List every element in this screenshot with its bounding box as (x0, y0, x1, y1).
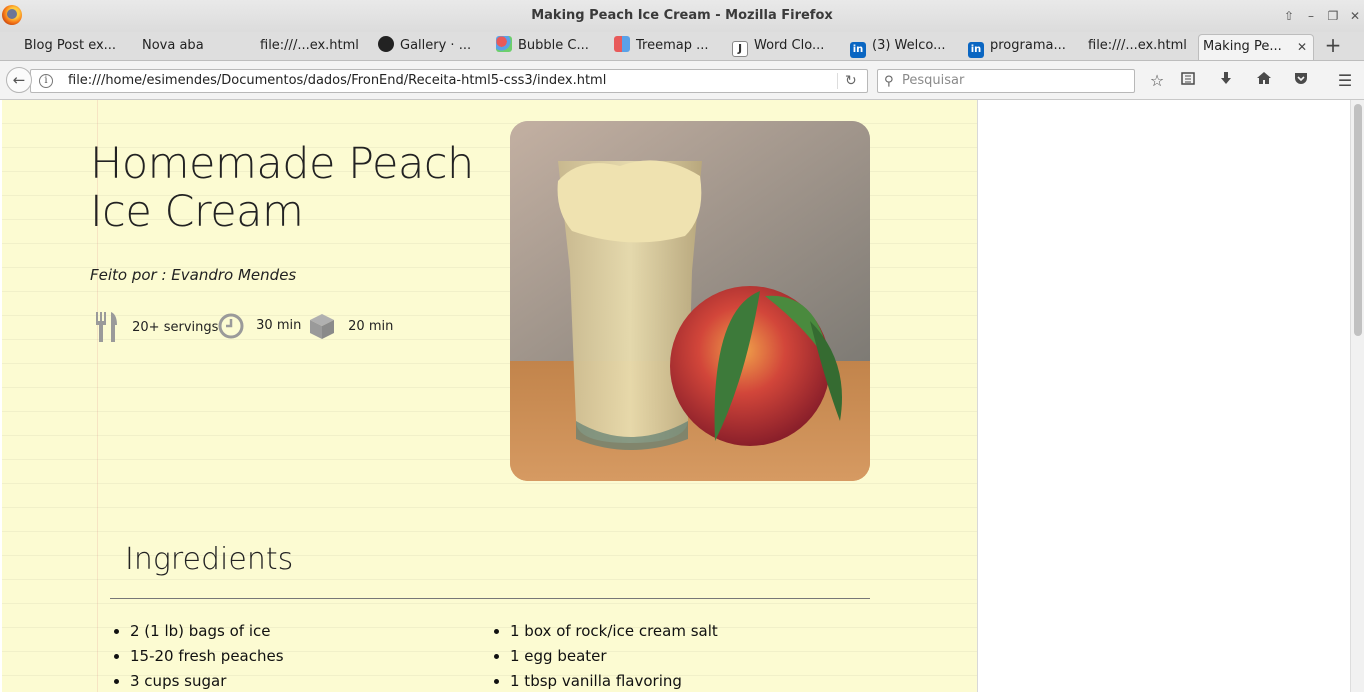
reload-icon[interactable]: ↻ (845, 70, 857, 92)
tab-new[interactable]: Nova aba (138, 34, 250, 60)
scrollbar-thumb[interactable] (1354, 104, 1362, 336)
github-icon (378, 36, 394, 52)
box-icon (310, 314, 334, 339)
download-svg (1221, 72, 1231, 84)
window-up-icon[interactable]: ⇧ (1280, 7, 1298, 25)
search-placeholder[interactable]: Pesquisar (902, 70, 964, 92)
tab-linkedin-welcome[interactable]: in (3) Welco... (846, 34, 958, 60)
treemap-icon (614, 36, 630, 52)
recipe-title: Homemade Peach Ice Cream (90, 139, 474, 237)
servings-text: 20+ servings (132, 319, 219, 335)
recipe-page: Homemade Peach Ice Cream Feito por : Eva… (2, 100, 978, 692)
tab-label: Gallery · ... (400, 38, 472, 53)
peach-ice-cream-image (510, 121, 870, 481)
list-item: 15-20 fresh peaches (130, 644, 284, 669)
ingredients-divider (110, 598, 870, 599)
fork-knife-icon (96, 312, 117, 342)
prep-time-meta: 30 min (218, 312, 301, 342)
recipe-author: Feito por : Evandro Mendes (90, 266, 297, 284)
bubble-chart-icon (496, 36, 512, 52)
tab-word-cloud[interactable]: J Word Clo... (728, 34, 840, 60)
tab-file-index-2[interactable]: file:///...ex.html (1084, 34, 1196, 60)
tab-label: Making Pe... (1203, 39, 1282, 54)
vertical-scrollbar[interactable] (1350, 100, 1364, 692)
tab-close-icon[interactable]: ✕ (1297, 35, 1307, 59)
tab-blog-post[interactable]: Blog Post ex... (20, 34, 132, 60)
list-item: 1 egg beater (510, 644, 718, 669)
search-bar[interactable]: ⚲ Pesquisar (877, 69, 1135, 93)
list-item: 1 box of rock/ice cream salt (510, 619, 718, 644)
navigation-toolbar: i file:///home/esimendes/Documentos/dado… (0, 61, 1364, 100)
bookmark-star-icon[interactable]: ☆ (1146, 70, 1168, 92)
url-bar[interactable]: i file:///home/esimendes/Documentos/dado… (30, 69, 868, 93)
reading-list-icon[interactable] (1177, 70, 1199, 92)
tab-label: Blog Post ex... (24, 38, 117, 53)
recipe-photo (510, 121, 870, 481)
tab-label: file:///...ex.html (1088, 38, 1187, 53)
tab-treemap[interactable]: Treemap ... (610, 34, 722, 60)
home-svg (1257, 72, 1271, 84)
site-info-icon[interactable]: i (39, 74, 53, 88)
tab-label: Word Clo... (754, 38, 825, 53)
ingredients-list-right: 1 box of rock/ice cream salt 1 egg beate… (490, 619, 718, 692)
new-tab-button[interactable]: + (1324, 34, 1342, 58)
linkedin-icon: in (850, 42, 866, 58)
cook-time-meta: 20 min (308, 312, 393, 342)
back-button[interactable]: ← (6, 67, 32, 93)
cook-time-text: 20 min (348, 318, 394, 334)
window-titlebar: Making Peach Ice Cream - Mozilla Firefox… (0, 0, 1364, 33)
menu-icon[interactable]: ☰ (1334, 70, 1356, 92)
tab-making-peach[interactable]: Making Pe... ✕ (1198, 34, 1314, 60)
home-icon[interactable] (1253, 70, 1275, 92)
tab-strip: Blog Post ex... Nova aba file:///...ex.h… (0, 32, 1364, 61)
tab-label: Nova aba (142, 38, 204, 53)
ingredients-list-left: 2 (1 lb) bags of ice 15-20 fresh peaches… (110, 619, 284, 692)
reading-list-svg (1181, 72, 1195, 85)
tab-label: Treemap ... (636, 38, 709, 53)
pocket-svg (1295, 73, 1307, 84)
page-viewport: Homemade Peach Ice Cream Feito por : Eva… (0, 100, 1364, 692)
prep-time-text: 30 min (256, 318, 302, 333)
tab-label: Bubble C... (518, 38, 589, 53)
url-text[interactable]: file:///home/esimendes/Documentos/dados/… (68, 70, 606, 92)
servings-meta: 20+ servings (94, 312, 218, 342)
download-icon[interactable] (1215, 70, 1237, 92)
list-item: 3 cups sugar (130, 669, 284, 692)
window-close-icon[interactable]: ✕ (1346, 7, 1364, 25)
tab-label: programa... (990, 38, 1066, 53)
tab-gallery[interactable]: Gallery · ... (374, 34, 486, 60)
window-title: Making Peach Ice Cream - Mozilla Firefox (531, 8, 833, 23)
j-icon: J (732, 41, 748, 57)
list-item: 2 (1 lb) bags of ice (130, 619, 284, 644)
linkedin-icon: in (968, 42, 984, 58)
minimize-icon[interactable]: – (1302, 7, 1320, 25)
tab-linkedin-programa[interactable]: in programa... (964, 34, 1076, 60)
url-separator (837, 73, 838, 89)
tab-file-index[interactable]: file:///...ex.html (256, 34, 368, 60)
clock-icon (218, 313, 244, 338)
list-item: 1 tbsp vanilla flavoring (510, 669, 718, 692)
pocket-icon[interactable] (1290, 70, 1312, 92)
tab-label: file:///...ex.html (260, 38, 359, 53)
search-icon: ⚲ (884, 74, 894, 89)
ingredients-heading: Ingredients (125, 542, 294, 577)
maximize-icon[interactable]: ❐ (1324, 7, 1342, 25)
tab-bubble-chart[interactable]: Bubble C... (492, 34, 604, 60)
tab-label: (3) Welco... (872, 38, 946, 53)
